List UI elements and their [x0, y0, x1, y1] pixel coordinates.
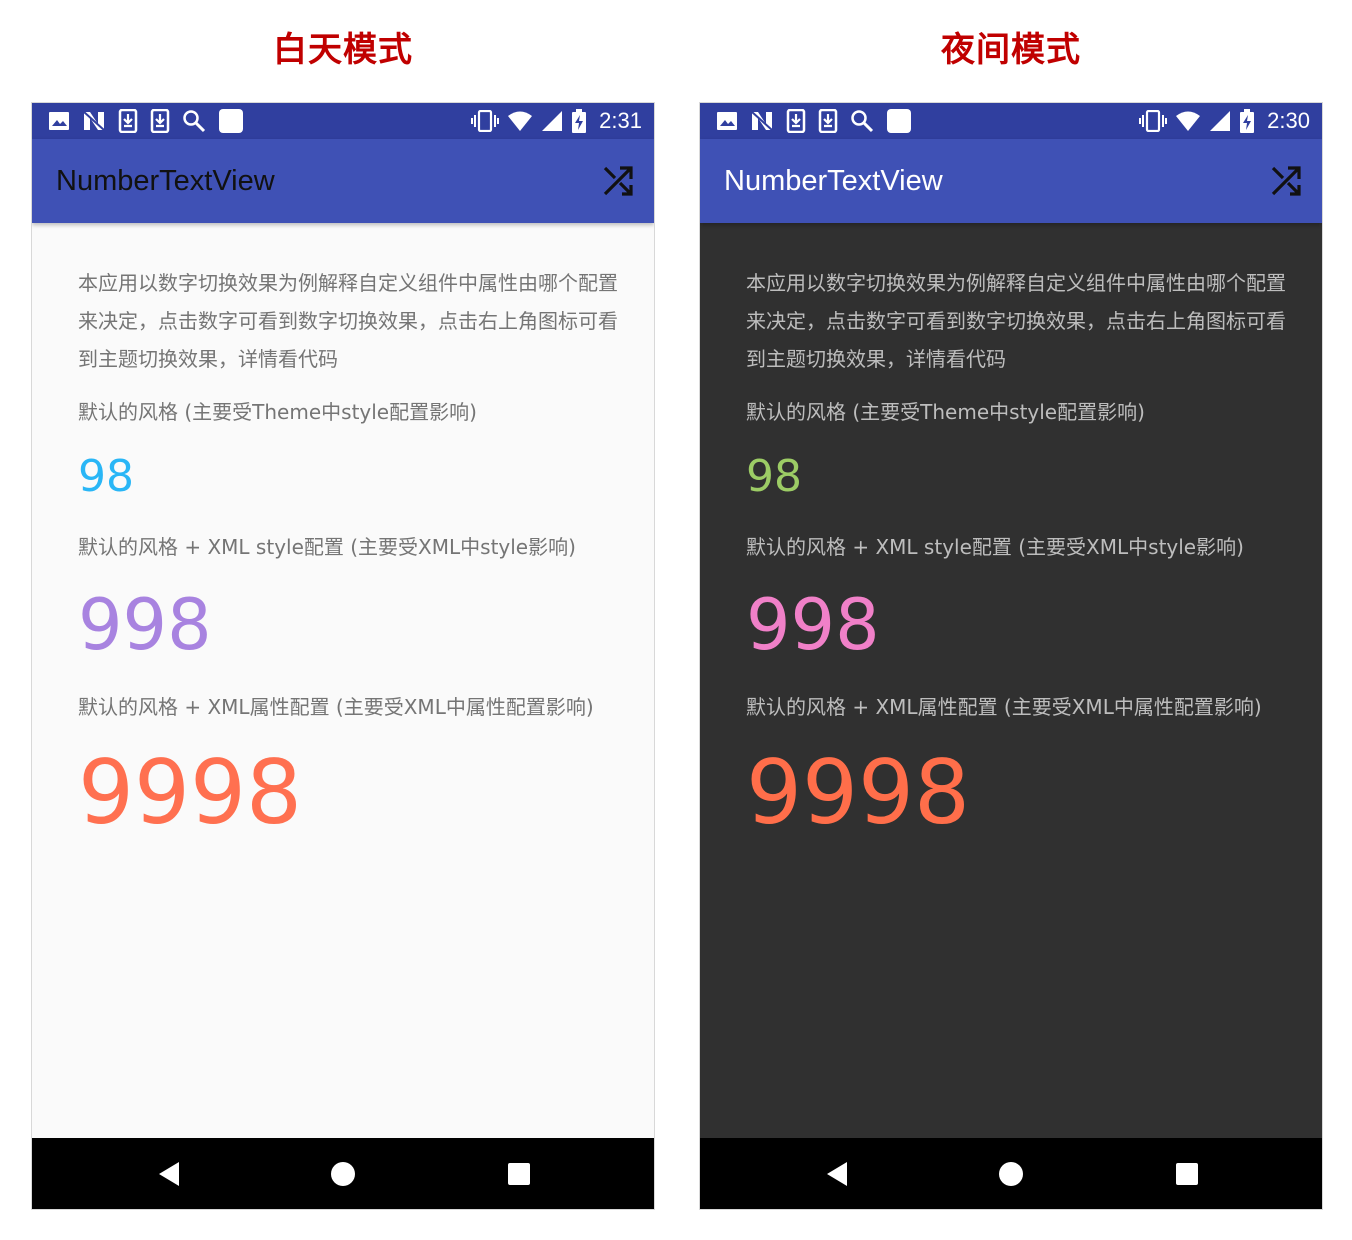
- number-text-xml-attr[interactable]: 9998: [78, 738, 608, 848]
- vibrate-icon: [471, 110, 500, 132]
- system-status-icons: 2:30: [1139, 108, 1310, 134]
- wifi-icon: [507, 110, 533, 132]
- vibrate-icon: [1139, 110, 1168, 132]
- home-icon: [999, 1162, 1023, 1186]
- n-logo-icon: [750, 110, 774, 132]
- description-text: 本应用以数字切换效果为例解释自定义组件中属性由哪个配置来决定，点击数字可看到数字…: [78, 271, 618, 371]
- default-style-label: 默认的风格 (主要受Theme中style配置影响): [746, 400, 1145, 424]
- battery-charging-icon: [1239, 109, 1255, 133]
- image-icon: [716, 110, 738, 132]
- shuffle-icon: [1271, 166, 1301, 196]
- status-bar: 2:30: [700, 103, 1322, 139]
- main-content: 本应用以数字切换效果为例解释自定义组件中属性由哪个配置来决定，点击数字可看到数字…: [32, 223, 654, 848]
- recents-icon: [1176, 1163, 1198, 1185]
- system-status-icons: 2:31: [471, 108, 642, 134]
- status-bar: 2:31: [32, 103, 654, 139]
- description-text: 本应用以数字切换效果为例解释自定义组件中属性由哪个配置来决定，点击数字可看到数字…: [746, 271, 1286, 371]
- signal-icon: [541, 110, 563, 132]
- theme-switch-button[interactable]: [1270, 165, 1302, 197]
- home-icon: [331, 1162, 355, 1186]
- main-content: 本应用以数字切换效果为例解释自定义组件中属性由哪个配置来决定，点击数字可看到数字…: [700, 223, 1322, 848]
- wifi-icon: [1175, 110, 1201, 132]
- app-bar: NumberTextView: [32, 139, 654, 223]
- day-mode-screen: 2:31 NumberTextView 本应用以数字切换效果为例解释自定义组件中…: [31, 102, 655, 1210]
- download-icon: [818, 109, 838, 133]
- xml-attr-label: 默认的风格 + XML属性配置 (主要受XML中属性配置影响): [78, 695, 594, 719]
- navigation-bar: [32, 1138, 654, 1209]
- image-icon: [48, 110, 70, 132]
- notification-icons: [48, 108, 244, 134]
- xml-style-label: 默认的风格 + XML style配置 (主要受XML中style影响): [78, 535, 576, 559]
- navigation-bar: [700, 1138, 1322, 1209]
- status-time: 2:31: [599, 108, 642, 133]
- back-button[interactable]: [155, 1160, 183, 1188]
- back-button[interactable]: [823, 1160, 851, 1188]
- xml-attr-label: 默认的风格 + XML属性配置 (主要受XML中属性配置影响): [746, 695, 1262, 719]
- square-icon: [886, 108, 912, 134]
- number-text-xml-style[interactable]: 998: [78, 580, 608, 670]
- back-icon: [827, 1162, 847, 1186]
- app-bar: NumberTextView: [700, 139, 1322, 223]
- night-mode-screen: 2:30 NumberTextView 本应用以数字切换效果为例解释自定义组件中…: [699, 102, 1323, 1210]
- number-text-theme-style[interactable]: 98: [746, 447, 1276, 507]
- shuffle-icon: [603, 166, 633, 196]
- back-icon: [159, 1162, 179, 1186]
- battery-charging-icon: [571, 109, 587, 133]
- day-mode-caption: 白天模式: [273, 30, 413, 70]
- search-icon: [182, 109, 206, 133]
- home-button[interactable]: [329, 1160, 357, 1188]
- square-icon: [218, 108, 244, 134]
- signal-icon: [1209, 110, 1231, 132]
- download-icon: [150, 109, 170, 133]
- night-mode-caption: 夜间模式: [941, 30, 1081, 70]
- number-text-theme-style[interactable]: 98: [78, 447, 608, 507]
- n-logo-icon: [82, 110, 106, 132]
- recents-button[interactable]: [1173, 1160, 1201, 1188]
- app-title: NumberTextView: [724, 165, 943, 197]
- number-text-xml-attr[interactable]: 9998: [746, 738, 1276, 848]
- default-style-label: 默认的风格 (主要受Theme中style配置影响): [78, 400, 477, 424]
- xml-style-label: 默认的风格 + XML style配置 (主要受XML中style影响): [746, 535, 1244, 559]
- recents-icon: [508, 1163, 530, 1185]
- search-icon: [850, 109, 874, 133]
- status-time: 2:30: [1267, 108, 1310, 133]
- download-icon: [786, 109, 806, 133]
- recents-button[interactable]: [505, 1160, 533, 1188]
- download-icon: [118, 109, 138, 133]
- home-button[interactable]: [997, 1160, 1025, 1188]
- number-text-xml-style[interactable]: 998: [746, 580, 1276, 670]
- theme-switch-button[interactable]: [602, 165, 634, 197]
- app-title: NumberTextView: [56, 165, 275, 197]
- notification-icons: [716, 108, 912, 134]
